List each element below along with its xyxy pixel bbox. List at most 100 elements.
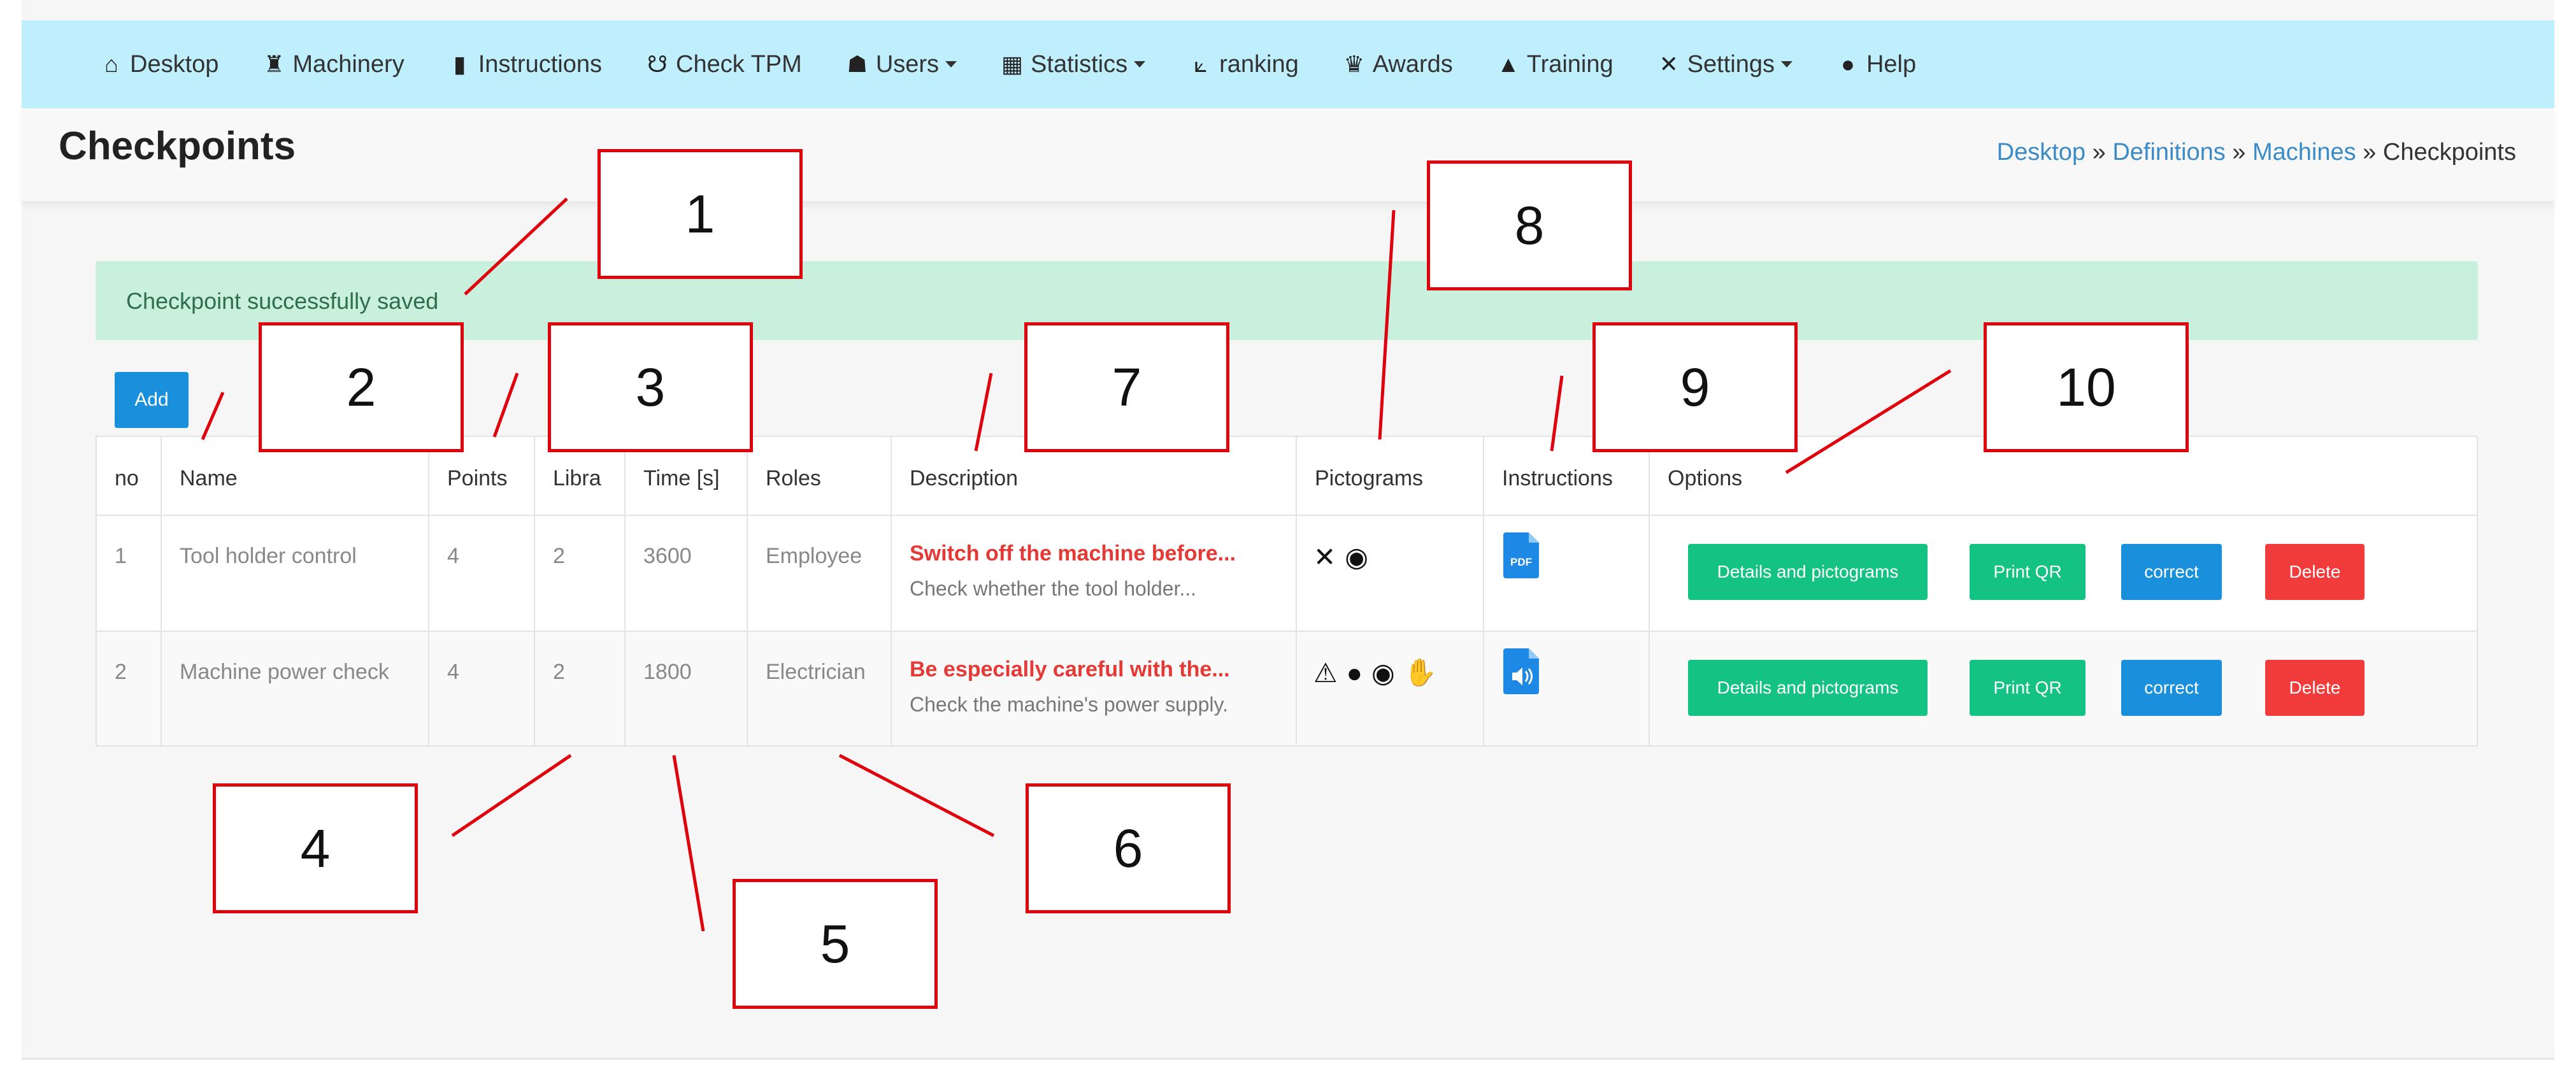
annotation-number: 3 bbox=[635, 357, 666, 417]
cell-options: Details and pictograms Print QR correct … bbox=[1649, 632, 2477, 745]
annotation-box-4: 4 bbox=[213, 783, 418, 913]
column-header: Libra bbox=[553, 466, 601, 490]
details-and-pictograms-button[interactable]: Details and pictograms bbox=[1688, 544, 1928, 600]
breadcrumb-link-machines[interactable]: Machines bbox=[2252, 139, 2356, 166]
nav-label: Users bbox=[875, 50, 940, 78]
cell-instructions: PDF bbox=[1483, 516, 1649, 631]
nav-statistics[interactable]: ▦ Statistics bbox=[999, 51, 1146, 78]
annotation-box-2: 2 bbox=[259, 322, 464, 452]
nav-desktop[interactable]: ⌂ Desktop bbox=[98, 51, 218, 78]
annotation-box-8: 8 bbox=[1427, 160, 1632, 290]
column-header: Description bbox=[910, 466, 1019, 490]
correct-button[interactable]: correct bbox=[2121, 660, 2222, 716]
points-value: 4 bbox=[447, 544, 459, 568]
breadcrumb-separator: » bbox=[2225, 139, 2252, 166]
checkpoint-name: Tool holder control bbox=[180, 544, 357, 568]
breadcrumb-link-desktop[interactable]: Desktop bbox=[1997, 139, 2086, 166]
column-header: Points bbox=[447, 466, 508, 490]
annotation-box-6: 6 bbox=[1026, 783, 1231, 913]
nav-machinery[interactable]: ♜ Machinery bbox=[261, 51, 404, 78]
breadcrumb: Desktop » Definitions » Machines » Check… bbox=[1997, 139, 2516, 166]
annotation-number: 1 bbox=[685, 183, 715, 244]
annotation-box-10: 10 bbox=[1984, 322, 2189, 452]
row-number: 2 bbox=[115, 660, 127, 684]
question-icon: ● bbox=[1841, 51, 1855, 77]
cell-points: 4 bbox=[428, 516, 534, 631]
nav-label: Desktop bbox=[130, 50, 219, 78]
correct-button[interactable]: correct bbox=[2121, 544, 2222, 600]
time-value: 1800 bbox=[643, 660, 692, 684]
table-row: 2 Machine power check 4 2 1800 Electrici… bbox=[97, 632, 2477, 745]
cell-points: 4 bbox=[428, 632, 534, 745]
breadcrumb-current: Checkpoints bbox=[2382, 139, 2516, 166]
cell-description: Switch off the machine before... Check w… bbox=[891, 516, 1296, 631]
column-header: Options bbox=[1668, 466, 1743, 490]
cell-name: Machine power check bbox=[161, 632, 428, 745]
hand-icon: ✋ bbox=[1403, 657, 1437, 687]
nav-check-tpm[interactable]: ☋ Check TPM bbox=[644, 51, 802, 78]
nav-ranking[interactable]: ⟀ ranking bbox=[1187, 50, 1298, 78]
cell-no: 1 bbox=[97, 516, 161, 631]
audio-file-icon[interactable] bbox=[1503, 648, 1539, 694]
cell-libra: 2 bbox=[534, 632, 624, 745]
nav-label: Awards bbox=[1372, 50, 1453, 78]
cell-description: Be especially careful with the... Check … bbox=[891, 632, 1296, 745]
column-header: no bbox=[115, 466, 139, 490]
column-header: Instructions bbox=[1502, 466, 1613, 490]
description-text: Check whether the tool holder... bbox=[910, 577, 1197, 600]
annotation-number: 6 bbox=[1113, 818, 1143, 878]
eye-icon: ◉ bbox=[1345, 542, 1368, 572]
nav-users[interactable]: ☗ Users bbox=[844, 51, 957, 78]
users-icon: ☗ bbox=[847, 51, 868, 77]
libra-value: 2 bbox=[553, 544, 565, 568]
check-icon: ☋ bbox=[647, 51, 668, 77]
cell-roles: Electrician bbox=[747, 632, 891, 745]
breadcrumb-separator: » bbox=[2086, 139, 2113, 166]
time-value: 3600 bbox=[643, 544, 692, 568]
add-button[interactable]: Add bbox=[115, 372, 189, 428]
th-roles[interactable]: Roles bbox=[747, 437, 891, 515]
description-text: Check the machine's power supply. bbox=[910, 693, 1228, 716]
nav-settings[interactable]: ✕ Settings bbox=[1656, 51, 1792, 78]
cell-roles: Employee bbox=[747, 516, 891, 631]
nav-help[interactable]: ● Help bbox=[1835, 51, 1916, 78]
print-qr-button[interactable]: Print QR bbox=[1970, 544, 2086, 600]
delete-button[interactable]: Delete bbox=[2265, 660, 2365, 716]
nav-label: Training bbox=[1526, 50, 1614, 78]
machinery-icon: ♜ bbox=[264, 51, 285, 77]
caret-down-icon bbox=[945, 61, 957, 68]
nav-label: Settings bbox=[1687, 50, 1775, 78]
warning-icon: ⚠ bbox=[1313, 658, 1338, 688]
delete-button[interactable]: Delete bbox=[2265, 544, 2365, 600]
statistics-icon: ▦ bbox=[1001, 51, 1024, 77]
cell-time: 1800 bbox=[624, 632, 747, 745]
nav-label: Machinery bbox=[292, 50, 404, 78]
breadcrumb-link-definitions[interactable]: Definitions bbox=[2112, 139, 2225, 166]
nav-label: Help bbox=[1866, 50, 1917, 78]
description-title: Be especially careful with the... bbox=[910, 657, 1230, 681]
print-qr-button[interactable]: Print QR bbox=[1970, 660, 2086, 716]
cell-instructions bbox=[1483, 632, 1649, 745]
column-header: Pictograms bbox=[1315, 466, 1424, 490]
eye-icon: ◉ bbox=[1371, 658, 1395, 688]
nav-training[interactable]: ▲ Training bbox=[1495, 51, 1614, 78]
row-number: 1 bbox=[115, 544, 127, 568]
details-and-pictograms-button[interactable]: Details and pictograms bbox=[1688, 660, 1928, 716]
cell-no: 2 bbox=[97, 632, 161, 745]
nav-instructions[interactable]: ▮ Instructions bbox=[447, 51, 602, 78]
annotation-box-9: 9 bbox=[1592, 322, 1798, 452]
annotation-box-7: 7 bbox=[1024, 322, 1229, 452]
page-title: Checkpoints bbox=[59, 124, 296, 168]
breadcrumb-separator: » bbox=[2356, 139, 2383, 166]
line-chart-icon: ⟀ bbox=[1194, 50, 1208, 77]
annotation-number: 4 bbox=[300, 818, 331, 878]
nav-awards[interactable]: ♛ Awards bbox=[1341, 51, 1453, 78]
alert-text: Checkpoint successfully saved bbox=[126, 288, 439, 314]
th-no[interactable]: no bbox=[97, 437, 161, 515]
annotation-number: 2 bbox=[346, 357, 376, 417]
th-pictograms[interactable]: Pictograms bbox=[1296, 437, 1483, 515]
trophy-icon: ♛ bbox=[1343, 51, 1364, 77]
pdf-file-icon[interactable]: PDF bbox=[1503, 532, 1539, 578]
cell-time: 3600 bbox=[624, 516, 747, 631]
home-icon: ⌂ bbox=[104, 51, 118, 77]
